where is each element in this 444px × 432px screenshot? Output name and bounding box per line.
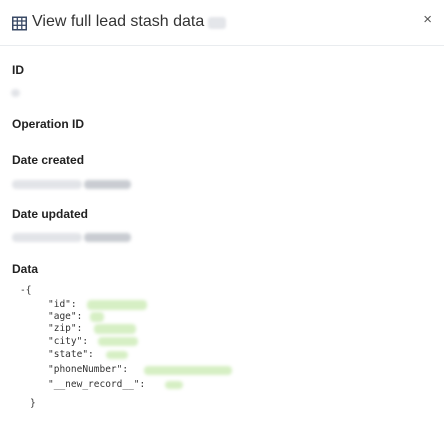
- data-label: Data: [12, 262, 39, 276]
- json-key-city: "city":: [48, 336, 89, 347]
- close-button[interactable]: ×: [423, 12, 432, 27]
- table-icon: [12, 16, 27, 31]
- json-key-age: "age":: [48, 311, 83, 322]
- date-updated-label: Date updated: [12, 207, 89, 221]
- redacted-title-suffix: [208, 17, 226, 29]
- json-key-zip: "zip":: [48, 323, 83, 334]
- json-collapse-toggle[interactable]: -{: [20, 285, 31, 297]
- json-key-state: "state":: [48, 349, 94, 360]
- redacted-date-updated-value: [12, 233, 82, 242]
- redacted-state-json-value: [106, 351, 128, 359]
- lead-stash-modal: View full lead stash data × ID Operation…: [0, 0, 444, 432]
- redacted-city-json-value: [98, 337, 138, 346]
- json-key-id: "id":: [48, 299, 77, 310]
- redacted-id-json-value: [87, 300, 147, 310]
- redacted-date-created-time: [84, 180, 131, 189]
- redacted-id-value: [11, 89, 20, 97]
- redacted-date-updated-time: [84, 233, 131, 242]
- redacted-new-record-json-value: [165, 381, 183, 389]
- json-close-brace: }: [30, 398, 36, 409]
- redacted-zip-json-value: [94, 324, 136, 334]
- modal-header: View full lead stash data ×: [0, 0, 444, 46]
- id-label: ID: [12, 63, 24, 77]
- redacted-age-json-value: [90, 312, 104, 322]
- modal-title: View full lead stash data: [32, 13, 205, 30]
- json-key-new-record: "__new_record__":: [48, 379, 146, 390]
- date-created-label: Date created: [12, 153, 85, 167]
- redacted-phone-json-value: [144, 366, 232, 375]
- redacted-date-created-value: [12, 180, 82, 189]
- operation-id-label: Operation ID: [12, 117, 85, 131]
- json-key-phone-number: "phoneNumber":: [48, 364, 129, 375]
